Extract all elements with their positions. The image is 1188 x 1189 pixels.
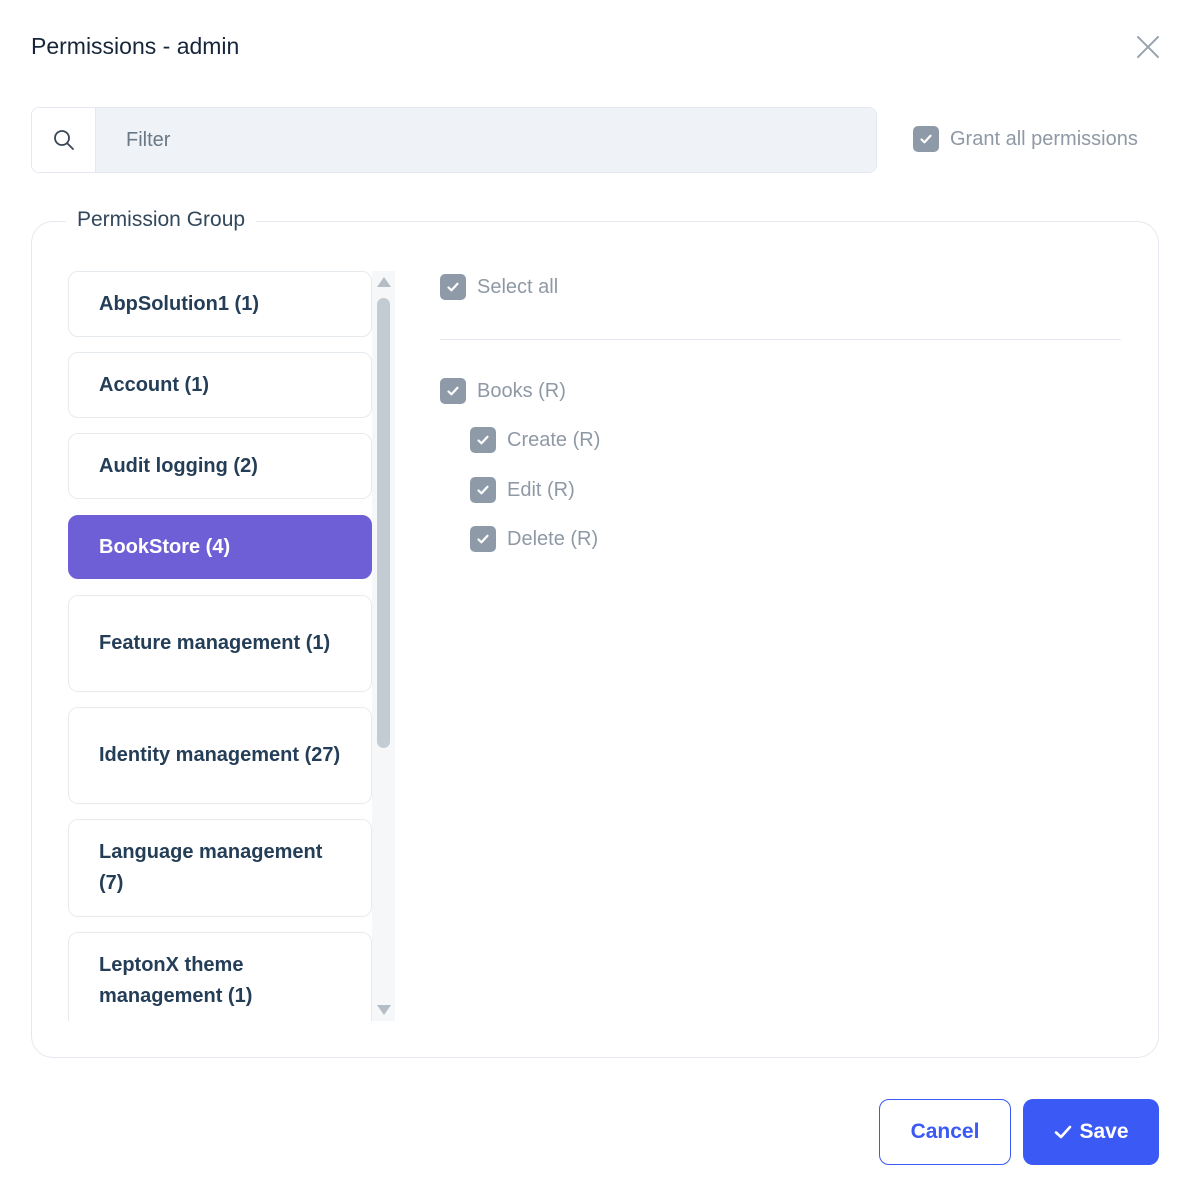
group-list-scrollbar[interactable] <box>372 271 395 1021</box>
scroll-down-arrow-icon[interactable] <box>377 1005 391 1015</box>
select-all-checkbox[interactable]: Select all <box>440 274 558 300</box>
check-icon <box>477 485 489 495</box>
save-button-label: Save <box>1079 1120 1129 1143</box>
group-item-label: AbpSolution1 (1) <box>99 292 259 315</box>
modal-title: Permissions - admin <box>31 33 240 59</box>
search-icon-wrap <box>32 108 96 172</box>
group-item-label: Identity management (27) <box>99 744 341 766</box>
scroll-up-arrow-icon[interactable] <box>377 277 391 287</box>
check-icon <box>1055 1125 1072 1139</box>
group-item-leptonx-theme-management[interactable]: LeptonX theme management (1) <box>68 932 372 1021</box>
group-item-label: Feature management (1) <box>99 632 331 654</box>
grant-all-label: Grant all permissions <box>950 127 1138 150</box>
check-icon <box>477 435 489 445</box>
group-item-bookstore[interactable]: BookStore (4) <box>68 515 372 579</box>
permission-books-delete[interactable]: Delete (R) <box>470 526 598 552</box>
permission-label: Books (R) <box>477 379 566 402</box>
search-icon <box>53 130 74 150</box>
group-item-abpsolution1[interactable]: AbpSolution1 (1) <box>68 271 372 337</box>
group-item-label: Language management (7) <box>99 841 323 894</box>
checkbox[interactable] <box>470 477 496 503</box>
check-icon <box>920 134 932 144</box>
permission-label: Delete (R) <box>507 527 599 550</box>
checkbox[interactable] <box>913 126 939 152</box>
group-item-label: Account (1) <box>99 373 209 396</box>
permission-books[interactable]: Books (R) <box>440 378 566 404</box>
checkbox[interactable] <box>470 526 496 552</box>
permission-books-edit[interactable]: Edit (R) <box>470 477 575 503</box>
check-icon <box>477 534 489 544</box>
cancel-button-label: Cancel <box>910 1120 980 1143</box>
permission-group-legend: Permission Group <box>66 208 257 232</box>
permission-books-create[interactable]: Create (R) <box>470 427 600 453</box>
close-icon <box>1137 36 1159 58</box>
filter-input[interactable] <box>96 108 876 172</box>
group-item-account[interactable]: Account (1) <box>68 352 372 418</box>
grant-all-checkbox[interactable]: Grant all permissions <box>913 126 1138 152</box>
group-item-identity-management[interactable]: Identity management (27) <box>68 707 372 804</box>
divider <box>440 339 1121 340</box>
group-item-label: LeptonX theme management (1) <box>99 953 253 1007</box>
group-item-feature-management[interactable]: Feature management (1) <box>68 595 372 692</box>
scrollbar-thumb[interactable] <box>377 298 390 748</box>
checkbox[interactable] <box>440 378 466 404</box>
check-icon <box>447 386 459 396</box>
check-icon <box>447 282 459 292</box>
permission-label: Create (R) <box>507 428 601 451</box>
filter-box <box>31 107 877 173</box>
group-item-label: Audit logging (2) <box>99 454 258 477</box>
save-button[interactable]: Save <box>1023 1099 1159 1165</box>
select-all-label: Select all <box>477 275 559 298</box>
group-item-label: BookStore (4) <box>99 535 231 558</box>
group-item-language-management[interactable]: Language management (7) <box>68 819 372 917</box>
permission-label: Edit (R) <box>507 478 575 501</box>
cancel-button[interactable]: Cancel <box>879 1099 1011 1165</box>
checkbox[interactable] <box>470 427 496 453</box>
checkbox[interactable] <box>440 274 466 300</box>
group-item-audit-logging[interactable]: Audit logging (2) <box>68 433 372 499</box>
group-list: AbpSolution1 (1) Account (1) Audit loggi… <box>68 271 372 1021</box>
close-button[interactable] <box>1134 33 1162 61</box>
